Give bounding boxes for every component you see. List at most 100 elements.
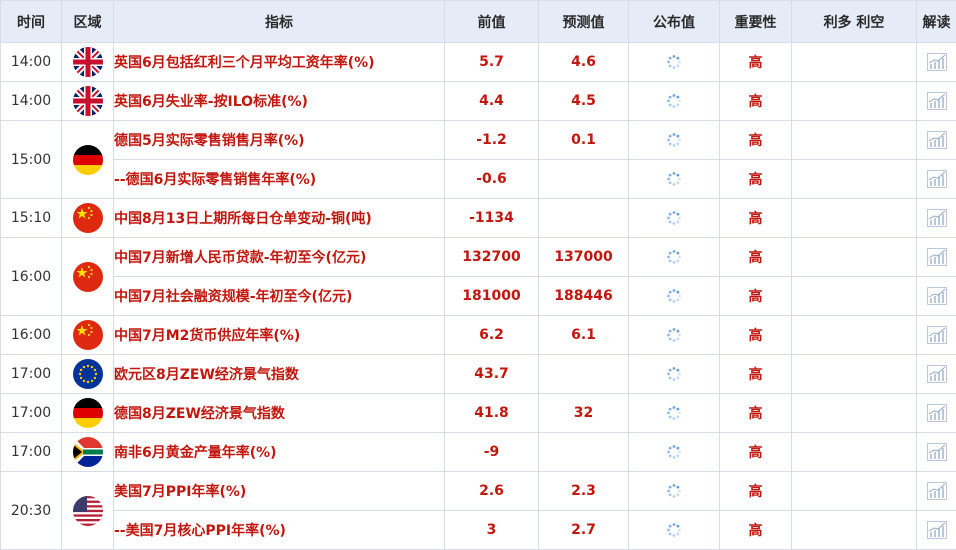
row-impact	[792, 472, 917, 511]
row-analysis[interactable]	[917, 238, 956, 277]
table-row[interactable]: 16:00中国7月新增人民币贷款-年初至今(亿元)132700137000高	[1, 238, 956, 277]
table-row[interactable]: 中国7月社会融资规模-年初至今(亿元)181000188446高	[1, 277, 956, 316]
row-time: 16:00	[1, 238, 62, 316]
row-time: 16:00	[1, 316, 62, 355]
row-analysis[interactable]	[917, 82, 956, 121]
table-row[interactable]: 14:00英国6月包括红利三个月平均工资年率(%)5.74.6高	[1, 43, 956, 82]
china-flag-icon	[73, 320, 103, 350]
china-flag-icon	[73, 203, 103, 233]
row-forecast: 4.5	[539, 82, 629, 121]
row-previous: 2.6	[445, 472, 539, 511]
row-importance: 高	[720, 316, 792, 355]
row-region	[62, 433, 114, 472]
row-analysis[interactable]	[917, 277, 956, 316]
row-importance: 高	[720, 277, 792, 316]
row-importance: 高	[720, 82, 792, 121]
row-importance: 高	[720, 121, 792, 160]
header-forecast: 预测值	[539, 1, 629, 43]
row-indicator[interactable]: 美国7月PPI年率(%)	[114, 472, 445, 511]
row-analysis[interactable]	[917, 316, 956, 355]
row-indicator[interactable]: 英国6月包括红利三个月平均工资年率(%)	[114, 43, 445, 82]
row-time: 20:30	[1, 472, 62, 550]
chart-analysis-icon[interactable]	[926, 210, 948, 226]
row-region	[62, 394, 114, 433]
row-indicator[interactable]: 德国5月实际零售销售月率(%)	[114, 121, 445, 160]
row-analysis[interactable]	[917, 472, 956, 511]
chart-analysis-icon[interactable]	[926, 132, 948, 148]
row-analysis[interactable]	[917, 394, 956, 433]
row-indicator[interactable]: 中国7月新增人民币贷款-年初至今(亿元)	[114, 238, 445, 277]
row-analysis[interactable]	[917, 43, 956, 82]
row-actual	[629, 472, 720, 511]
chart-analysis-icon[interactable]	[926, 93, 948, 109]
row-indicator[interactable]: 中国7月社会融资规模-年初至今(亿元)	[114, 277, 445, 316]
row-forecast: 32	[539, 394, 629, 433]
row-impact	[792, 82, 917, 121]
loading-spinner-icon	[666, 522, 682, 538]
row-indicator[interactable]: 英国6月失业率-按ILO标准(%)	[114, 82, 445, 121]
row-actual	[629, 316, 720, 355]
row-impact	[792, 238, 917, 277]
row-indicator[interactable]: 中国8月13日上期所每日仓单变动-铜(吨)	[114, 199, 445, 238]
row-analysis[interactable]	[917, 511, 956, 550]
row-impact	[792, 316, 917, 355]
header-impact: 利多 利空	[792, 1, 917, 43]
chart-analysis-icon[interactable]	[926, 171, 948, 187]
table-row[interactable]: 15:10中国8月13日上期所每日仓单变动-铜(吨)-1134高	[1, 199, 956, 238]
usa-flag-icon	[73, 496, 103, 526]
row-importance: 高	[720, 355, 792, 394]
table-row[interactable]: 20:30美国7月PPI年率(%)2.62.3高	[1, 472, 956, 511]
row-analysis[interactable]	[917, 433, 956, 472]
row-actual	[629, 82, 720, 121]
row-actual	[629, 43, 720, 82]
loading-spinner-icon	[666, 444, 682, 460]
table-row[interactable]: 14:00英国6月失业率-按ILO标准(%)4.44.5高	[1, 82, 956, 121]
table-row[interactable]: 15:00德国5月实际零售销售月率(%)-1.20.1高	[1, 121, 956, 160]
chart-analysis-icon[interactable]	[926, 54, 948, 70]
row-analysis[interactable]	[917, 199, 956, 238]
row-indicator[interactable]: 欧元区8月ZEW经济景气指数	[114, 355, 445, 394]
chart-analysis-icon[interactable]	[926, 522, 948, 538]
table-row[interactable]: --美国7月核心PPI年率(%)32.7高	[1, 511, 956, 550]
row-indicator[interactable]: 南非6月黄金产量年率(%)	[114, 433, 445, 472]
row-actual	[629, 160, 720, 199]
south-africa-flag-icon	[73, 437, 103, 467]
table-row[interactable]: 16:00中国7月M2货币供应年率(%)6.26.1高	[1, 316, 956, 355]
germany-flag-icon	[73, 398, 103, 428]
row-indicator[interactable]: --美国7月核心PPI年率(%)	[114, 511, 445, 550]
row-analysis[interactable]	[917, 160, 956, 199]
table-row[interactable]: 17:00欧元区8月ZEW经济景气指数43.7高	[1, 355, 956, 394]
row-previous: 4.4	[445, 82, 539, 121]
row-time: 17:00	[1, 394, 62, 433]
row-actual	[629, 433, 720, 472]
chart-analysis-icon[interactable]	[926, 483, 948, 499]
chart-analysis-icon[interactable]	[926, 366, 948, 382]
row-indicator[interactable]: --德国6月实际零售销售年率(%)	[114, 160, 445, 199]
chart-analysis-icon[interactable]	[926, 405, 948, 421]
row-importance: 高	[720, 394, 792, 433]
loading-spinner-icon	[666, 249, 682, 265]
header-time: 时间	[1, 1, 62, 43]
row-analysis[interactable]	[917, 121, 956, 160]
china-flag-icon	[73, 262, 103, 292]
row-actual	[629, 511, 720, 550]
chart-analysis-icon[interactable]	[926, 327, 948, 343]
table-row[interactable]: --德国6月实际零售销售年率(%)-0.6高	[1, 160, 956, 199]
chart-analysis-icon[interactable]	[926, 288, 948, 304]
row-impact	[792, 199, 917, 238]
chart-analysis-icon[interactable]	[926, 444, 948, 460]
row-forecast	[539, 355, 629, 394]
row-indicator[interactable]: 中国7月M2货币供应年率(%)	[114, 316, 445, 355]
row-importance: 高	[720, 511, 792, 550]
table-row[interactable]: 17:00 德国8月ZEW经济景气指数41.832 高	[1, 394, 956, 433]
table-row[interactable]: 17:00南非6月黄金产量年率(%)-9高	[1, 433, 956, 472]
germany-flag-icon	[73, 145, 103, 175]
row-analysis[interactable]	[917, 355, 956, 394]
row-indicator[interactable]: 德国8月ZEW经济景气指数	[114, 394, 445, 433]
eu-flag-icon	[73, 359, 103, 389]
chart-analysis-icon[interactable]	[926, 249, 948, 265]
row-previous: 132700	[445, 238, 539, 277]
row-importance: 高	[720, 43, 792, 82]
row-previous: 41.8	[445, 394, 539, 433]
row-actual	[629, 394, 720, 433]
